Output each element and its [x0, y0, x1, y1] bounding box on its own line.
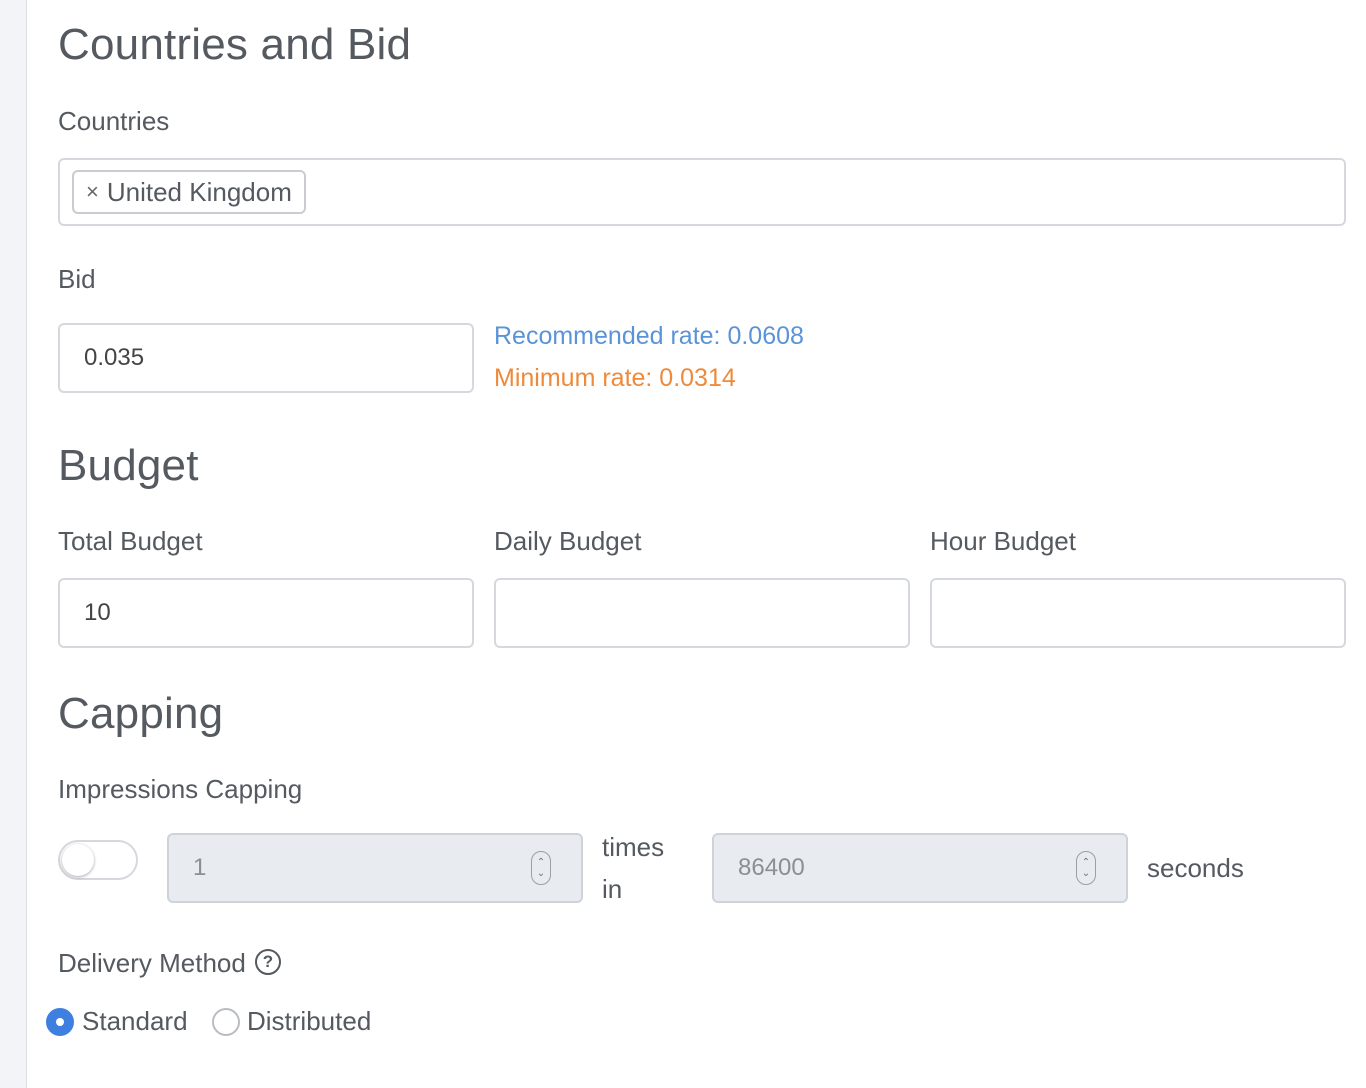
- bid-input[interactable]: 0.035: [58, 323, 474, 393]
- delivery-standard-radio[interactable]: [46, 1008, 74, 1036]
- total-budget-label: Total Budget: [58, 526, 203, 556]
- countries-multiselect[interactable]: × United Kingdom: [58, 158, 1346, 226]
- in-text: in: [602, 874, 623, 904]
- total-budget-value: 10: [84, 599, 111, 626]
- countries-section-title: Countries and Bid: [58, 20, 412, 69]
- bid-label: Bid: [58, 264, 96, 294]
- toggle-knob: [62, 844, 94, 876]
- hour-budget-label: Hour Budget: [930, 526, 1076, 556]
- left-rail: [0, 0, 27, 1088]
- remove-tag-icon[interactable]: ×: [86, 179, 99, 205]
- budget-section-title: Budget: [58, 441, 199, 490]
- campaign-settings-page: Countries and Bid Countries × United Kin…: [0, 0, 1366, 1088]
- daily-budget-input[interactable]: [494, 578, 910, 648]
- capping-seconds-input[interactable]: 86400 ⌃ ⌄: [712, 833, 1128, 903]
- times-spinner-icon[interactable]: ⌃ ⌄: [531, 851, 551, 885]
- capping-section-title: Capping: [58, 689, 224, 738]
- impressions-capping-toggle[interactable]: [58, 840, 138, 880]
- seconds-spinner-icon[interactable]: ⌃ ⌄: [1076, 851, 1096, 885]
- country-tag-label: United Kingdom: [106, 176, 292, 207]
- daily-budget-label: Daily Budget: [494, 526, 642, 556]
- bid-input-value: 0.035: [84, 344, 145, 371]
- delivery-distributed-label[interactable]: Distributed: [247, 1006, 371, 1037]
- delivery-method-label: Delivery Method: [58, 948, 246, 978]
- impressions-capping-label: Impressions Capping: [58, 774, 303, 804]
- capping-times-value: 1: [193, 854, 207, 881]
- country-tag: × United Kingdom: [72, 170, 306, 214]
- delivery-distributed-radio[interactable]: [212, 1008, 240, 1036]
- capping-seconds-value: 86400: [738, 854, 805, 881]
- delivery-standard-label[interactable]: Standard: [82, 1006, 188, 1037]
- question-circle-icon[interactable]: ?: [255, 949, 281, 975]
- seconds-text: seconds: [1147, 853, 1244, 883]
- countries-label: Countries: [58, 106, 170, 136]
- total-budget-input[interactable]: 10: [58, 578, 474, 648]
- capping-times-input[interactable]: 1 ⌃ ⌄: [167, 833, 583, 903]
- times-text: times: [602, 832, 665, 862]
- minimum-rate-text: Minimum rate: 0.0314: [494, 364, 736, 392]
- hour-budget-input[interactable]: [930, 578, 1346, 648]
- recommended-rate-text: Recommended rate: 0.0608: [494, 322, 804, 350]
